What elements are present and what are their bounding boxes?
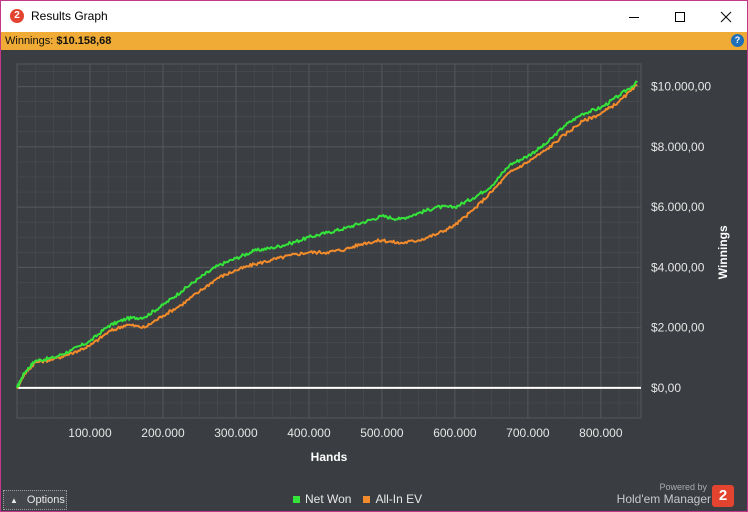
y-tick-label: $8.000,00: [651, 140, 705, 154]
window-title: Results Graph: [31, 9, 108, 23]
help-icon[interactable]: ?: [731, 34, 744, 47]
legend-item-net-won[interactable]: Net Won: [293, 492, 351, 506]
brand-logo-icon: 2: [712, 485, 734, 507]
minimize-button[interactable]: [611, 1, 657, 32]
brand-name: Hold'em Manager: [616, 492, 711, 506]
x-tick-label: 800.000: [579, 426, 623, 440]
x-tick-label: 400.000: [287, 426, 331, 440]
app-logo-icon: 2: [10, 9, 24, 23]
powered-by-block: Powered by Hold'em Manager: [613, 482, 711, 511]
x-tick-label: 600.000: [433, 426, 477, 440]
y-tick-label: $0,00: [651, 381, 681, 395]
x-tick-label: 300.000: [214, 426, 258, 440]
maximize-icon: [675, 11, 685, 22]
legend-swatch-all-in-ev: [363, 495, 371, 503]
chevron-up-icon: ▲: [10, 495, 18, 505]
y-tick-label: $2.000,00: [651, 321, 705, 335]
y-axis-label: Winnings: [716, 225, 730, 279]
legend-label-net-won: Net Won: [305, 492, 352, 506]
powered-by-text: Powered by: [659, 482, 707, 492]
results-graph-window: 2 Results Graph Winnings: $10.158,68 ? 1…: [0, 0, 748, 512]
options-label: Options: [26, 494, 65, 506]
y-tick-label: $4.000,00: [651, 260, 705, 274]
close-icon: [720, 11, 732, 22]
legend-label-all-in-ev: All-In EV: [375, 492, 423, 506]
y-tick-label: $6.000,00: [651, 200, 705, 214]
x-tick-label: 700.000: [506, 426, 550, 440]
options-toggle-button[interactable]: ▲ Options: [3, 490, 67, 510]
x-tick-label: 100.000: [68, 426, 112, 440]
chart-legend: Net Won All-In EV: [293, 492, 434, 506]
x-tick-label: 500.000: [360, 426, 404, 440]
minimize-icon: [629, 16, 639, 18]
title-bar[interactable]: 2 Results Graph: [1, 1, 747, 32]
x-axis-label: Hands: [311, 450, 348, 464]
legend-swatch-net-won: [293, 495, 300, 503]
plot-area: [16, 63, 642, 419]
winnings-value: $10.158,68: [56, 35, 112, 47]
close-button[interactable]: [703, 1, 747, 32]
winnings-label: Winnings:: [5, 35, 54, 47]
legend-item-all-in-ev[interactable]: All-In EV: [363, 492, 422, 506]
x-tick-label: 200.000: [141, 426, 185, 440]
winnings-summary-bar: Winnings: $10.158,68 ?: [1, 32, 747, 50]
maximize-button[interactable]: [657, 1, 703, 32]
y-tick-label: $10.000,00: [651, 80, 711, 94]
winnings-summary: Winnings: $10.158,68: [5, 35, 111, 47]
results-chart: 100.000 200.000 300.000 400.000 500.000 600.0…: [16, 63, 730, 464]
